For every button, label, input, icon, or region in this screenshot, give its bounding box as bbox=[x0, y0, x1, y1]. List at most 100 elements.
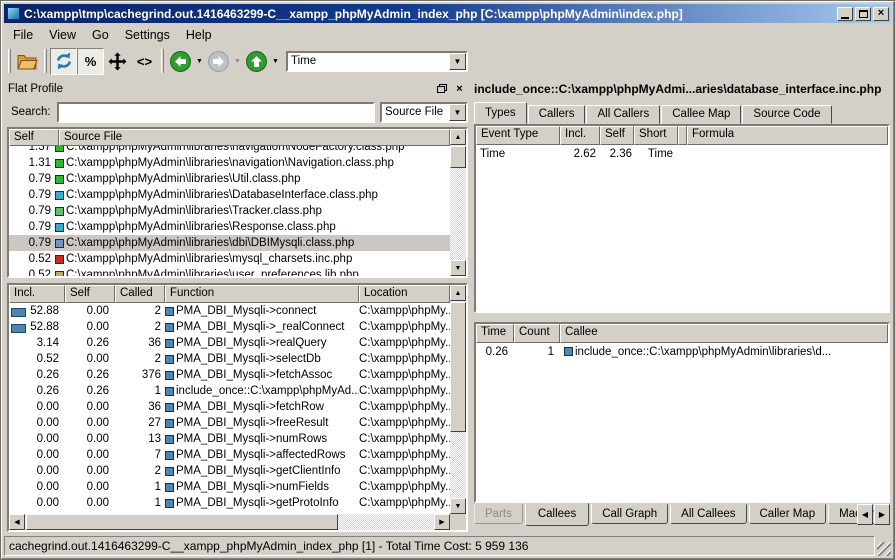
function-row[interactable]: 52.880.002PMA_DBI_Mysqli->_realConnectC:… bbox=[9, 319, 450, 335]
column-header-self[interactable]: Self bbox=[600, 126, 634, 145]
file-list-row[interactable]: 0.79C:\xampp\phpMyAdmin\libraries\Tracke… bbox=[9, 203, 450, 219]
tab-caller-map[interactable]: Caller Map bbox=[749, 504, 827, 524]
column-header-event-type[interactable]: Event Type bbox=[476, 126, 560, 145]
scroll-down-button[interactable]: ▼ bbox=[450, 260, 466, 276]
minimize-button[interactable] bbox=[837, 7, 853, 21]
forward-dropdown[interactable]: ▼ bbox=[232, 48, 243, 75]
maximize-button[interactable] bbox=[855, 7, 871, 21]
column-header-callee[interactable]: Callee bbox=[560, 324, 888, 343]
up-dropdown[interactable]: ▼ bbox=[270, 48, 281, 75]
cycle-detection-button[interactable] bbox=[50, 48, 77, 75]
function-row[interactable]: 0.000.002PMA_DBI_Mysqli->getClientInfoC:… bbox=[9, 463, 450, 479]
column-header-called[interactable]: Called bbox=[115, 285, 165, 303]
scroll-up-button[interactable]: ▲ bbox=[450, 129, 466, 145]
function-row[interactable]: 0.000.001PMA_DBI_Mysqli->getProtoInfoC:\… bbox=[9, 495, 450, 511]
file-list-row[interactable]: 1.37C:\xampp\phpMyAdmin\libraries\naviga… bbox=[9, 146, 450, 155]
function-row[interactable]: 0.000.0027PMA_DBI_Mysqli->freeResultC:\x… bbox=[9, 415, 450, 431]
toolbar-handle[interactable] bbox=[161, 49, 164, 73]
file-list-row[interactable]: 0.52C:\xampp\phpMyAdmin\libraries\mysql_… bbox=[9, 251, 450, 267]
close-button[interactable]: × bbox=[873, 7, 889, 21]
up-button[interactable] bbox=[243, 48, 270, 75]
open-file-button[interactable] bbox=[14, 48, 41, 75]
tab-all-callers[interactable]: All Callers bbox=[586, 105, 660, 124]
column-header-function[interactable]: Function bbox=[165, 285, 359, 303]
cost-color-icon bbox=[55, 191, 64, 200]
function-row[interactable]: 0.000.007PMA_DBI_Mysqli->affectedRowsC:\… bbox=[9, 447, 450, 463]
scroll-down-button[interactable]: ▼ bbox=[450, 498, 466, 514]
function-row[interactable]: 0.000.0036PMA_DBI_Mysqli->fetchRowC:\xam… bbox=[9, 399, 450, 415]
tab-types[interactable]: Types bbox=[474, 102, 527, 124]
column-header-incl[interactable]: Incl. bbox=[9, 285, 65, 303]
file-list-vertical-scrollbar[interactable]: ▲ ▼ bbox=[450, 129, 466, 276]
function-row[interactable]: 52.880.002PMA_DBI_Mysqli->connectC:\xamp… bbox=[9, 303, 450, 319]
function-row[interactable]: 0.000.0013PMA_DBI_Mysqli->numRowsC:\xamp… bbox=[9, 431, 450, 447]
tab-source-code[interactable]: Source Code bbox=[742, 105, 831, 124]
tab-scroll-left-button[interactable]: ◀ bbox=[857, 504, 873, 525]
title-bar[interactable]: C:\xampp\tmp\cachegrind.out.1416463299-C… bbox=[4, 4, 891, 23]
scrollbar-thumb[interactable] bbox=[450, 302, 466, 432]
back-dropdown[interactable]: ▼ bbox=[194, 48, 205, 75]
forward-button[interactable] bbox=[205, 48, 232, 75]
function-row[interactable]: 0.000.001PMA_DBI_Mysqli->numFieldsC:\xam… bbox=[9, 479, 450, 495]
angle-brackets-icon: <> bbox=[137, 54, 152, 69]
back-button[interactable] bbox=[167, 48, 194, 75]
tab-call-graph[interactable]: Call Graph bbox=[591, 504, 668, 524]
column-header-formula[interactable]: Formula bbox=[687, 126, 888, 145]
tab-callee-map[interactable]: Callee Map bbox=[661, 105, 741, 124]
function-row[interactable]: 0.260.26376PMA_DBI_Mysqli->fetchAssocC:\… bbox=[9, 367, 450, 383]
menu-help[interactable]: Help bbox=[178, 26, 220, 44]
column-header-self[interactable]: Self bbox=[65, 285, 115, 303]
callee-row[interactable]: 0.26 1 include_once::C:\xampp\phpMyAdmin… bbox=[476, 343, 888, 360]
file-list-row[interactable]: 0.79C:\xampp\phpMyAdmin\libraries\Util.c… bbox=[9, 171, 450, 187]
group-selector[interactable]: Source File ▼ bbox=[380, 102, 468, 123]
column-header-count[interactable]: Count bbox=[514, 324, 560, 343]
search-input[interactable] bbox=[57, 102, 375, 123]
function-row[interactable]: 3.140.2636PMA_DBI_Mysqli->realQueryC:\xa… bbox=[9, 335, 450, 351]
toolbar-handle[interactable] bbox=[8, 49, 11, 73]
file-list-row[interactable]: 0.79C:\xampp\phpMyAdmin\libraries\Respon… bbox=[9, 219, 450, 235]
function-table-horizontal-scrollbar[interactable]: ◀ ▶ bbox=[9, 514, 450, 530]
tab-all-callees[interactable]: All Callees bbox=[670, 504, 746, 524]
search-row: Search: Source File ▼ bbox=[7, 100, 468, 124]
event-type-row[interactable]: Time 2.62 2.36 Time bbox=[476, 145, 888, 162]
function-table-vertical-scrollbar[interactable]: ▲ ▼ bbox=[450, 285, 466, 514]
menu-file[interactable]: File bbox=[5, 26, 41, 44]
file-list-row[interactable]: 0.52C:\xampp\phpMyAdmin\libraries\user_p… bbox=[9, 267, 450, 276]
column-header-spacer bbox=[678, 126, 687, 145]
function-row[interactable]: 0.520.002PMA_DBI_Mysqli->selectDbC:\xamp… bbox=[9, 351, 450, 367]
toolbar-handle[interactable] bbox=[44, 49, 47, 73]
scrollbar-thumb[interactable] bbox=[450, 146, 466, 168]
file-list-row[interactable]: 0.79C:\xampp\phpMyAdmin\libraries\Databa… bbox=[9, 187, 450, 203]
column-header-self[interactable]: Self bbox=[9, 129, 59, 146]
column-header-source-file[interactable]: Source File bbox=[59, 129, 450, 146]
menu-settings[interactable]: Settings bbox=[117, 26, 178, 44]
relative-percent-button[interactable]: % bbox=[77, 48, 104, 75]
scroll-left-button[interactable]: ◀ bbox=[9, 514, 25, 530]
tab-parts[interactable]: Parts bbox=[474, 504, 523, 524]
expand-areas-button[interactable] bbox=[104, 48, 131, 75]
combo-dropdown-icon[interactable]: ▼ bbox=[449, 104, 466, 121]
dock-close-button[interactable]: × bbox=[452, 82, 467, 96]
tab-callees[interactable]: Callees bbox=[525, 503, 589, 526]
function-row[interactable]: 0.260.261include_once::C:\xampp\phpMyAd.… bbox=[9, 383, 450, 399]
file-list-row-selected[interactable]: 0.79C:\xampp\phpMyAdmin\libraries\dbi\DB… bbox=[9, 235, 450, 251]
column-header-time[interactable]: Time bbox=[476, 324, 514, 343]
column-header-short[interactable]: Short bbox=[634, 126, 678, 145]
scroll-up-button[interactable]: ▲ bbox=[450, 285, 466, 301]
scroll-right-button[interactable]: ▶ bbox=[434, 514, 450, 530]
tab-callers[interactable]: Callers bbox=[528, 105, 586, 124]
column-header-location[interactable]: Location bbox=[359, 285, 450, 303]
menu-go[interactable]: Go bbox=[84, 26, 117, 44]
file-list-row[interactable]: 1.31C:\xampp\phpMyAdmin\libraries\naviga… bbox=[9, 155, 450, 171]
scrollbar-thumb[interactable] bbox=[26, 514, 338, 530]
resize-grip-icon[interactable] bbox=[877, 542, 891, 556]
dock-title-bar[interactable]: Flat Profile × bbox=[5, 79, 470, 98]
tab-scroll-right-button[interactable]: ▶ bbox=[874, 504, 890, 525]
event-type-selector[interactable]: Time ▼ bbox=[286, 51, 468, 72]
menu-view[interactable]: View bbox=[41, 26, 84, 44]
combo-dropdown-icon[interactable]: ▼ bbox=[449, 53, 466, 70]
shorten-templates-button[interactable]: <> bbox=[131, 48, 158, 75]
column-header-incl[interactable]: Incl. bbox=[560, 126, 600, 145]
forward-arrow-icon bbox=[207, 50, 230, 73]
dock-float-button[interactable] bbox=[434, 82, 449, 96]
